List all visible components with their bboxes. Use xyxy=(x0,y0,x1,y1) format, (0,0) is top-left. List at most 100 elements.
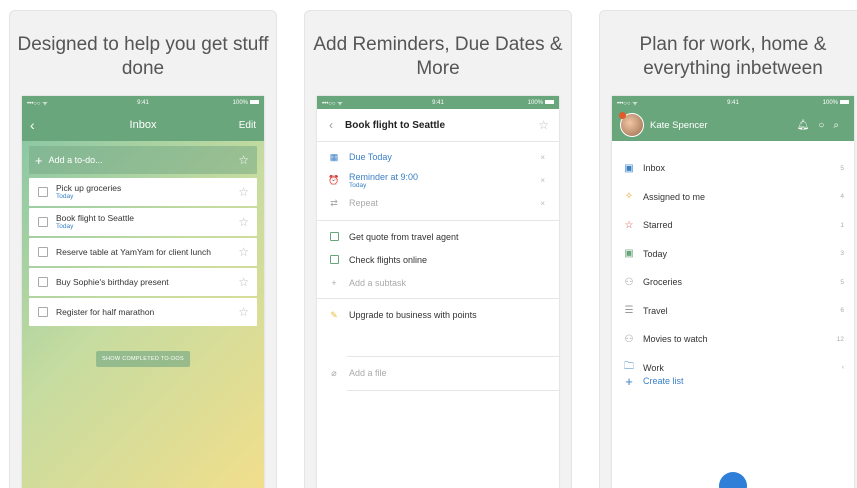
subtask-text: Get quote from travel agent xyxy=(349,232,459,242)
list-label: Starred xyxy=(643,220,673,230)
todo-item[interactable]: Buy Sophie's birthday present ☆ xyxy=(29,268,257,296)
list-count: 1 xyxy=(840,221,844,229)
todo-text: Register for half marathon xyxy=(56,307,155,317)
list-label: Travel xyxy=(643,305,668,316)
floating-action-button[interactable] xyxy=(719,472,747,488)
sidebar-item-movies-to-watch[interactable]: ⚇ Movies to watch 12 xyxy=(612,325,854,353)
screenshot-card-details: Add Reminders, Due Dates & More •••○○ ᯤ … xyxy=(304,10,572,488)
create-list-button[interactable]: + Create list xyxy=(612,367,854,395)
todo-item[interactable]: Reserve table at YamYam for client lunch… xyxy=(29,238,257,266)
user-name[interactable]: Kate Spencer xyxy=(650,120,708,131)
subtask-item[interactable]: Get quote from travel agent xyxy=(317,227,559,247)
star-icon[interactable]: ☆ xyxy=(238,245,249,259)
task-title[interactable]: Book flight to Seattle xyxy=(345,120,445,131)
sidebar-item-inbox[interactable]: ▣ Inbox 5 xyxy=(612,154,854,182)
checkbox[interactable] xyxy=(38,247,48,257)
sidebar-item-assigned-to-me[interactable]: ✧ Assigned to me 4 xyxy=(612,183,854,211)
assigned-icon: ✧ xyxy=(624,191,634,202)
due-date-row[interactable]: ▦ Due Today × xyxy=(317,148,559,166)
plus-icon: + xyxy=(331,278,337,288)
star-icon[interactable]: ☆ xyxy=(238,153,249,167)
checkbox[interactable] xyxy=(38,187,48,197)
screenshot-card-inbox: Designed to help you get stuff done •••○… xyxy=(9,10,277,488)
close-icon[interactable]: × xyxy=(540,199,545,208)
todo-text: Pick up groceries xyxy=(56,183,122,193)
note-text: Upgrade to business with points xyxy=(349,310,477,320)
divider xyxy=(347,356,559,357)
star-icon[interactable]: ☆ xyxy=(538,118,549,132)
checkbox[interactable] xyxy=(38,217,48,227)
due-date-label: Due Today xyxy=(349,152,392,162)
star-icon[interactable]: ☆ xyxy=(238,185,249,199)
list-count: 12 xyxy=(836,335,844,343)
checkbox[interactable] xyxy=(38,277,48,287)
todo-due: Today xyxy=(56,193,74,200)
list-count: 5 xyxy=(840,164,844,172)
list-count: 6 xyxy=(840,307,844,314)
checkbox[interactable] xyxy=(328,254,340,266)
inbox-icon: ▣ xyxy=(624,162,634,174)
divider xyxy=(317,298,559,299)
todo-due: Today xyxy=(56,223,74,230)
alarm-icon: ⏰ xyxy=(328,174,340,185)
todo-text: Reserve table at YamYam for client lunch xyxy=(56,247,211,257)
calendar-icon: ▦ xyxy=(329,151,339,162)
close-icon[interactable]: × xyxy=(540,153,545,162)
card-title: Add Reminders, Due Dates & More xyxy=(313,34,563,79)
list-count: 4 xyxy=(840,193,844,200)
star-icon[interactable]: ☆ xyxy=(238,215,249,229)
repeat-row[interactable]: ⇄ Repeat × xyxy=(317,194,559,212)
list-label: Inbox xyxy=(643,163,666,173)
list-icon: ☰ xyxy=(624,305,634,316)
add-subtask-placeholder: Add a subtask xyxy=(349,278,407,288)
todo-text: Buy Sophie's birthday present xyxy=(56,277,169,287)
list-count: 3 xyxy=(840,250,844,257)
add-file-button[interactable]: ⌀ Add a file xyxy=(317,363,559,383)
subtask-item[interactable]: Check flights online xyxy=(317,250,559,270)
paperclip-icon: ⌀ xyxy=(331,367,337,378)
card-title: Designed to help you get stuff done xyxy=(17,34,269,79)
todo-item[interactable]: Book flight to Seattle Today ☆ xyxy=(29,208,257,236)
task-header: ‹ Book flight to Seattle ☆ xyxy=(317,109,559,142)
todo-item[interactable]: Pick up groceries Today ☆ xyxy=(29,178,257,206)
note-field[interactable]: ✎ Upgrade to business with points xyxy=(317,305,559,325)
pencil-icon: ✎ xyxy=(330,309,338,320)
shared-list-icon: ⚇ xyxy=(624,276,634,288)
close-icon[interactable]: × xyxy=(540,176,545,185)
star-icon[interactable]: ☆ xyxy=(238,275,249,289)
add-todo-input[interactable]: + Add a to-do... ☆ xyxy=(29,146,257,174)
todo-text: Book flight to Seattle xyxy=(56,213,134,223)
sidebar-item-groceries[interactable]: ⚇ Groceries 5 xyxy=(612,268,854,296)
sidebar-item-travel[interactable]: ☰ Travel 6 xyxy=(612,297,854,325)
repeat-label: Repeat xyxy=(349,198,379,208)
add-subtask-input[interactable]: + Add a subtask xyxy=(317,273,559,293)
add-file-label: Add a file xyxy=(349,368,387,378)
calendar-icon: ▣ xyxy=(624,248,634,259)
status-bar: •••○○ ᯤ 9:41 100% xyxy=(22,96,264,109)
reminder-row[interactable]: ⏰ Reminder at 9:00 Today × xyxy=(317,168,559,192)
status-bar: •••○○ ᯤ 9:41 100% xyxy=(612,96,854,109)
list-label: Movies to watch xyxy=(643,334,708,344)
star-icon[interactable]: ☆ xyxy=(238,305,249,319)
notification-badge xyxy=(619,112,626,119)
card-title: Plan for work, home & everything inbetwe… xyxy=(639,34,827,79)
header-actions: 🔔︎○⌕ xyxy=(797,120,848,131)
sidebar-item-today[interactable]: ▣ Today 3 xyxy=(612,240,854,268)
show-completed-button[interactable]: SHOW COMPLETED TO-DOS xyxy=(96,351,190,367)
sidebar-item-starred[interactable]: ☆ Starred 1 xyxy=(612,211,854,239)
chevron-left-icon[interactable]: ‹ xyxy=(329,118,333,132)
nav-bar: ‹ Inbox Edit xyxy=(22,109,264,141)
bell-icon[interactable]: 🔔︎ xyxy=(797,120,819,131)
avatar[interactable] xyxy=(619,112,644,137)
checkbox[interactable] xyxy=(38,307,48,317)
divider xyxy=(347,390,559,391)
checkbox[interactable] xyxy=(328,231,340,243)
reminder-label: Reminder at 9:00 xyxy=(349,171,419,182)
reminder-date: Today xyxy=(349,181,367,189)
nav-title: Inbox xyxy=(129,119,157,131)
search-icon[interactable]: ⌕ xyxy=(833,120,848,131)
create-list-label: Create list xyxy=(643,376,684,386)
edit-button[interactable]: Edit xyxy=(239,120,256,131)
chat-icon[interactable]: ○ xyxy=(818,120,833,131)
todo-item[interactable]: Register for half marathon ☆ xyxy=(29,298,257,326)
